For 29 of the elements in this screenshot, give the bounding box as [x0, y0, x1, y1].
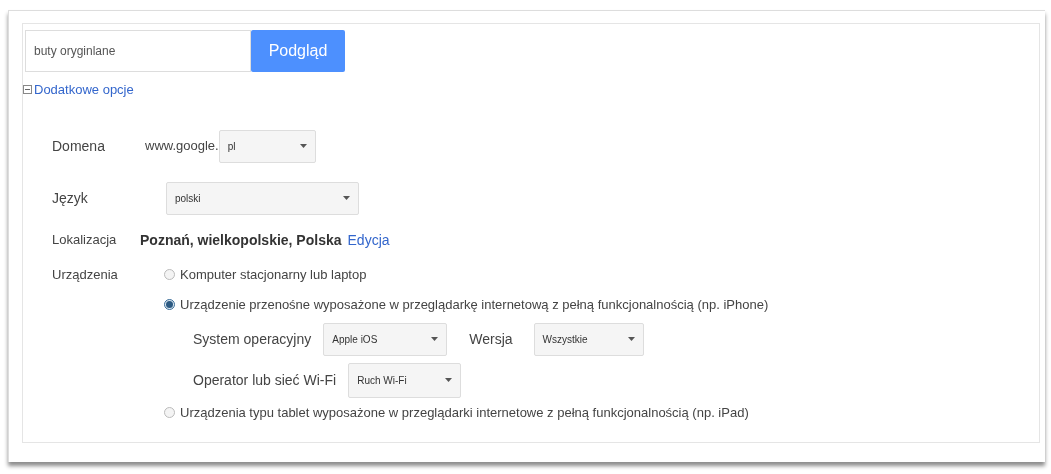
field-label: Urządzenia [52, 265, 119, 284]
caret-icon [343, 196, 350, 200]
dropdown[interactable]: polski [166, 181, 359, 215]
caret-icon [445, 378, 453, 382]
collapse-icon[interactable] [23, 85, 32, 95]
field-label: Lokalizacja [52, 231, 118, 250]
dropdown[interactable]: Apple iOS [323, 322, 448, 356]
location-value: Poznań, wielkopolskie, Polska [140, 230, 342, 250]
radio-button[interactable] [164, 406, 175, 418]
radio-button[interactable] [164, 299, 175, 311]
field-label: Domena [52, 136, 106, 156]
more-options-link[interactable]: Dodatkowe opcje [34, 80, 134, 100]
domain-prefix: www.google. [145, 137, 219, 156]
dropdown[interactable]: pl [218, 129, 316, 163]
caret-icon [627, 337, 635, 341]
caret-icon [431, 337, 439, 341]
radio-label: Komputer stacjonarny lub laptop [180, 265, 367, 284]
field-label: Język [52, 188, 89, 208]
dropdown[interactable]: Ruch Wi-Fi [348, 362, 462, 398]
field-label: Operator lub sieć Wi-Fi [193, 370, 337, 390]
caret-icon [299, 144, 307, 148]
field-label: Wersja [469, 329, 513, 349]
radio-label: Urządzenie przenośne wyposażone w przeglądarkę internetową z pełną funkcjonalnością (np. iPhone) [180, 296, 769, 314]
radio-button[interactable] [164, 268, 175, 280]
field-label: System operacyjny [193, 329, 312, 349]
edit-link[interactable]: Edycja [347, 229, 390, 251]
search-field[interactable]: buty oryginlane [25, 30, 251, 72]
radio-label: Urządzenia typu tablet wyposażone w przeglądarki internetowe z pełną funkcjonalnością (np. iPad) [180, 403, 749, 422]
dropdown[interactable]: Wszystkie [533, 322, 644, 356]
